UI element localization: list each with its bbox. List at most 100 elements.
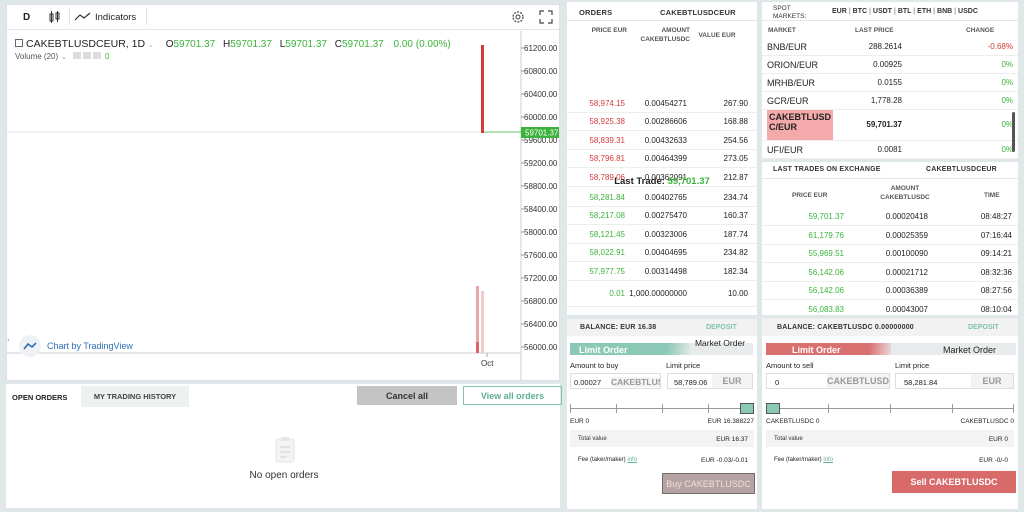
- price-axis-label: 56800.00: [524, 297, 558, 306]
- orderbook-row[interactable]: 58,796.81 0.00464399 273.05: [567, 150, 757, 169]
- buy-amount-slider[interactable]: [570, 403, 754, 415]
- orderbook-row[interactable]: 58,925.38 0.00286606 168.88: [567, 113, 757, 132]
- fullscreen-icon[interactable]: [539, 10, 553, 24]
- orderbook-panel: ORDERS CAKEBTLUSDCEUR PRICE EUR AMOUNT C…: [567, 2, 757, 315]
- last-price-text: 59701.37: [525, 129, 559, 138]
- orderbook-pair: CAKEBTLUSDCEUR: [660, 8, 736, 17]
- trade-time: 08:10:04: [980, 304, 1012, 314]
- market-filter-eth[interactable]: ETH: [917, 8, 931, 15]
- market-name: CAKEBTLUSDC/EUR: [767, 110, 833, 140]
- sell-balance: BALANCE: CAKEBTLUSDC 0.00000000: [777, 324, 914, 331]
- price-axis-label: 57600.00: [524, 251, 558, 260]
- market-filter-usdt[interactable]: USDT: [873, 8, 892, 15]
- buy-amount-input[interactable]: 0.00027 CAKEBTLUSDC: [570, 373, 661, 389]
- market-filter-btc[interactable]: BTC: [853, 8, 867, 15]
- sell-deposit-link[interactable]: DEPOSIT: [968, 324, 999, 331]
- orderbook-value: 10.00: [727, 289, 748, 298]
- trade-row: 56,083.83 0.00043007 08:10:04: [762, 301, 1018, 319]
- candle-type-icon[interactable]: [49, 11, 61, 23]
- orderbook-row[interactable]: 58,839.31 0.00432633 254.56: [567, 132, 757, 150]
- orderbook-row[interactable]: 58,217.08 0.00275470 160.37: [567, 207, 757, 226]
- market-row[interactable]: MRHB/EUR 0.0155 0%: [762, 74, 1018, 92]
- trade-amount: 0.00036389: [885, 286, 928, 295]
- sell-fee-value: EUR -0/-0: [979, 457, 1008, 464]
- markets-scrollbar[interactable]: [1012, 112, 1015, 152]
- orderbook-row[interactable]: 57,977.75 0.00314498 182.34: [567, 263, 757, 281]
- side-toggle-icon[interactable]: ›: [7, 335, 10, 344]
- tab-open-orders[interactable]: OPEN ORDERS: [12, 393, 67, 402]
- trade-row: 61,179.76 0.00025359 07:16:44: [762, 227, 1018, 245]
- buy-slider-min: EUR 0: [570, 418, 590, 425]
- buy-button[interactable]: Buy CAKEBTLUSDC: [662, 473, 755, 494]
- trade-price: 55,969.51: [808, 249, 844, 258]
- price-chart[interactable]: 61200.0060800.0060400.0060000.0059600.00…: [7, 31, 559, 382]
- time-axis-label: Oct: [481, 359, 494, 368]
- buy-slider-handle[interactable]: [740, 403, 754, 414]
- price-axis-label: 56400.00: [524, 320, 558, 329]
- view-all-orders-button[interactable]: View all orders: [463, 386, 562, 405]
- cancel-all-button[interactable]: Cancel all: [357, 386, 457, 405]
- sell-slider-max: CAKEBTLUSDC 0: [960, 418, 1014, 425]
- sell-button[interactable]: Sell CAKEBTLUSDC: [892, 471, 1016, 493]
- orderbook-price: 58,022.91: [589, 248, 625, 258]
- settings-icon[interactable]: [511, 10, 525, 24]
- market-row[interactable]: UFI/EUR 0.0081 0%: [762, 141, 1018, 159]
- buy-fee-info-link[interactable]: info: [627, 457, 637, 463]
- buy-slider-max: EUR 16.388227: [707, 418, 754, 425]
- trade-row: 59,701.37 0.00020418 08:48:27: [762, 208, 1018, 226]
- market-filter-usdc[interactable]: USDC: [958, 8, 978, 15]
- price-axis: 61200.0060800.0060400.0060000.0059600.00…: [521, 44, 558, 352]
- trade-price: 59,701.37: [808, 212, 844, 221]
- orderbook-row[interactable]: 58,974.15 0.00454271 267.90: [567, 95, 757, 113]
- trade-row: 56,142.06 0.00021712 08:32:36: [762, 264, 1018, 282]
- price-axis-label: 60000.00: [524, 113, 558, 122]
- buy-balance: BALANCE: EUR 16.38: [580, 324, 657, 331]
- col-amount: AMOUNT CAKEBTLUSDC: [640, 27, 690, 43]
- buy-amount-label: Amount to buy: [570, 361, 619, 370]
- orderbook-price: 0.01: [609, 289, 625, 298]
- buy-price-input[interactable]: 58,789.06 EUR: [667, 373, 753, 389]
- tradingview-attribution[interactable]: Chart by TradingView: [19, 335, 133, 357]
- trade-time: 08:32:36: [980, 267, 1012, 277]
- price-axis-label: 56000.00: [524, 343, 558, 352]
- indicators-icon[interactable]: [74, 12, 91, 22]
- market-filter-eur[interactable]: EUR: [832, 8, 847, 15]
- chart-panel: D Indicators CAKEBTLUSDCEUR, 1D ⌄ O59701.…: [6, 4, 560, 381]
- orderbook-row[interactable]: 58,022.91 0.00404695 234.82: [567, 244, 757, 263]
- orderbook-amount: 0.00432633: [644, 135, 687, 145]
- col-trade-price: PRICE EUR: [792, 192, 828, 199]
- market-last-price: 1,778.28: [870, 96, 902, 105]
- indicators-button[interactable]: Indicators: [95, 12, 136, 23]
- market-row[interactable]: CAKEBTLUSDC/EUR 59,701.37 0%: [762, 109, 1018, 141]
- chart-toolbar: D Indicators: [7, 5, 559, 30]
- sell-price-input[interactable]: 58,281.84 EUR: [895, 373, 1014, 389]
- sell-slider-handle[interactable]: [766, 403, 780, 414]
- buy-deposit-link[interactable]: DEPOSIT: [706, 324, 737, 331]
- orderbook-row[interactable]: 58,121.45 0.00323006 187.74: [567, 226, 757, 244]
- orderbook-row[interactable]: 58,281.84 0.00402765 234.74: [567, 189, 757, 207]
- sell-amount-input[interactable]: 0 CAKEBTLUSDC: [766, 373, 890, 389]
- orderbook-value: 267.90: [723, 99, 748, 108]
- sell-amount-slider[interactable]: [766, 403, 1014, 415]
- market-row[interactable]: BNB/EUR 288.2614 -0.68%: [762, 38, 1018, 56]
- trade-amount: 0.00021712: [885, 267, 928, 277]
- volume-bar: [476, 342, 479, 353]
- market-row[interactable]: GCR/EUR 1,778.28 0%: [762, 92, 1018, 110]
- market-filters: EUR | BTC | USDT | BTL | ETH | BNB | USD…: [832, 8, 978, 15]
- price-axis-label: 61200.00: [524, 44, 558, 53]
- orderbook-amount: 0.00286606: [644, 117, 687, 127]
- orderbook-amount: 0.00402765: [644, 193, 687, 202]
- col-price: PRICE EUR: [591, 27, 627, 34]
- market-row[interactable]: ORION/EUR 0.00925 0%: [762, 56, 1018, 74]
- sell-fee-info-link[interactable]: info: [823, 457, 833, 463]
- col-trade-amount: AMOUNT CAKEBTLUSDC: [880, 185, 930, 201]
- tab-trading-history[interactable]: MY TRADING HISTORY: [81, 386, 189, 407]
- trade-price: 56,142.06: [808, 267, 844, 277]
- trade-time: 07:16:44: [980, 230, 1012, 240]
- interval-button[interactable]: D: [23, 12, 30, 23]
- no-orders-text: No open orders: [249, 470, 319, 481]
- market-change: 0%: [1001, 145, 1013, 154]
- market-filter-btl[interactable]: BTL: [898, 8, 911, 15]
- market-filter-bnb[interactable]: BNB: [937, 8, 952, 15]
- orderbook-row[interactable]: 0.01 1,000.00000000 10.00: [567, 281, 757, 307]
